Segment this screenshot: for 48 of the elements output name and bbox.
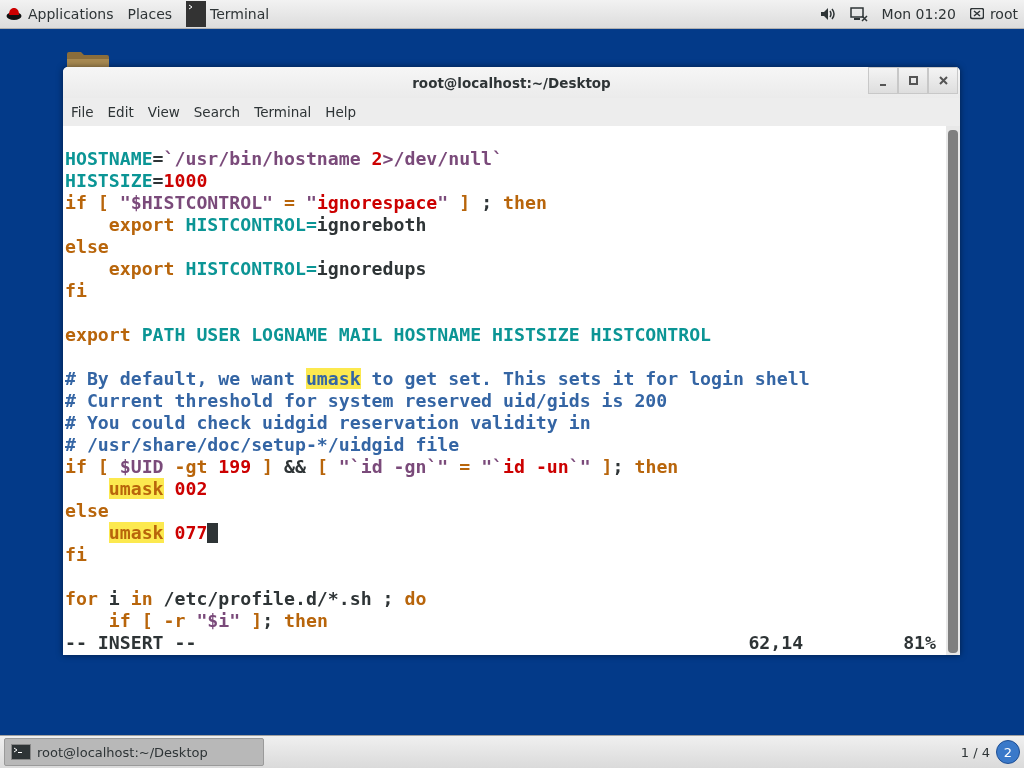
menu-item[interactable]: View bbox=[140, 104, 187, 120]
code-line: HOSTNAME=`/usr/bin/hostname 2>/dev/null` bbox=[65, 148, 503, 170]
volume-icon[interactable] bbox=[819, 7, 836, 21]
code-line: if [ "$HISTCONTROL" = "ignorespace" ] ; then bbox=[65, 192, 547, 214]
minimize-icon bbox=[880, 83, 886, 86]
code-line: export PATH USER LOGNAME MAIL HOSTNAME HISTSIZE HISTCONTROL bbox=[65, 324, 712, 346]
places-menu[interactable]: Places bbox=[127, 6, 173, 22]
mode-indicator: -- INSERT -- bbox=[65, 632, 197, 654]
code-line: fi bbox=[65, 280, 87, 302]
maximize-button[interactable] bbox=[898, 67, 928, 94]
code-line: for i in /etc/profile.d/*.sh ; do bbox=[65, 588, 427, 610]
code-line: else bbox=[65, 236, 109, 258]
code-line: fi bbox=[65, 544, 87, 566]
workspace-indicator[interactable]: 1 / 4 bbox=[960, 744, 990, 760]
applications-menu[interactable]: Applications bbox=[6, 6, 114, 22]
app-menu[interactable]: Terminal bbox=[186, 0, 270, 28]
code-line: umask 077 bbox=[108, 522, 208, 544]
network-icon[interactable] bbox=[849, 6, 868, 22]
terminal-icon bbox=[11, 744, 31, 760]
terminal-icon bbox=[186, 1, 207, 27]
code-line: if [ -r "$i" ]; then bbox=[107, 610, 328, 632]
notification-badge[interactable]: 2 bbox=[996, 740, 1020, 764]
code-line: # /usr/share/doc/setup-*/uidgid file bbox=[65, 434, 460, 456]
cursor-position: 62,14 bbox=[748, 632, 804, 654]
menu-item[interactable]: File bbox=[64, 104, 101, 120]
code-line: else bbox=[65, 500, 109, 522]
scroll-percent: 81% bbox=[903, 632, 936, 654]
window-title: root@localhost:~/Desktop bbox=[412, 74, 611, 91]
code-line: HISTSIZE=1000 bbox=[65, 170, 208, 192]
user-menu[interactable]: root bbox=[969, 6, 1018, 22]
hat-icon bbox=[6, 7, 22, 21]
code-line: # Current threshold for system reserved uid/gids is 200 bbox=[65, 390, 668, 412]
code-line: umask 002 bbox=[108, 478, 208, 500]
scrollbar[interactable] bbox=[946, 126, 960, 655]
taskbar-item[interactable]: root@localhost:~/Desktop bbox=[4, 738, 264, 766]
code-line: # You could check uidgid reservation validity in bbox=[65, 412, 591, 434]
menu-item[interactable]: Search bbox=[186, 104, 248, 120]
code-line: # By default, we want umask to get set. This sets it for login shell bbox=[65, 368, 810, 390]
code-line: if [ $UID -gt 199 ] && [ "`id -gn`" = "`id -un`" ]; then bbox=[65, 456, 679, 478]
menu-item[interactable]: Help bbox=[318, 104, 364, 120]
code-line: export HISTCONTROL=ignoredups bbox=[107, 258, 427, 280]
maximize-icon bbox=[908, 76, 918, 85]
close-icon bbox=[938, 76, 948, 85]
clock[interactable]: Mon 01:20 bbox=[881, 6, 956, 22]
code-line: export HISTCONTROL=ignoreboth bbox=[107, 214, 427, 236]
menu-item[interactable]: Terminal bbox=[247, 104, 319, 120]
close-button[interactable] bbox=[928, 67, 958, 94]
menu-item[interactable]: Edit bbox=[100, 104, 141, 120]
